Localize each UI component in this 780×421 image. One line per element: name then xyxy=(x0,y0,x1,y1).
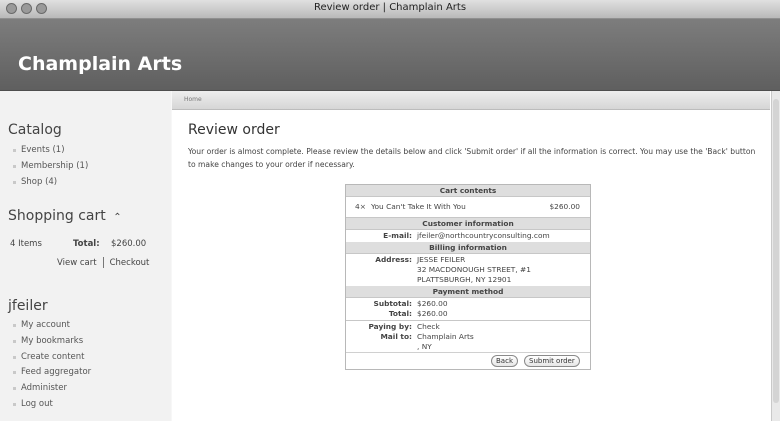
order-actions: Back Submit order xyxy=(346,352,590,369)
cart-line-title: You Can't Take It With You xyxy=(371,202,466,211)
subtotal-label: Subtotal: xyxy=(373,299,413,308)
user-item-log-out[interactable]: Log out xyxy=(12,399,91,410)
site-name[interactable]: Champlain Arts xyxy=(18,53,182,75)
breadcrumb[interactable]: Home xyxy=(184,96,202,103)
shopping-cart-label: Shopping cart xyxy=(8,208,106,224)
mail-to-label: Mail to: xyxy=(380,332,412,341)
address-row-2: 32 MACDONOUGH STREET, #1 xyxy=(346,265,590,275)
email-label: E-mail: xyxy=(383,231,412,240)
submit-order-button[interactable]: Submit order xyxy=(524,355,580,367)
user-item-my-bookmarks[interactable]: My bookmarks xyxy=(12,336,91,347)
payment-details: Paying by: Check Mail to: Champlain Arts… xyxy=(346,320,590,352)
mail-to-line1: Champlain Arts xyxy=(417,332,474,341)
subtotal-row: Subtotal: $260.00 xyxy=(346,299,590,309)
vertical-scrollbar[interactable] xyxy=(771,91,780,421)
customer-info-header: Customer information xyxy=(346,218,590,230)
mail-to-row: Mail to: Champlain Arts xyxy=(346,332,590,342)
catalog-menu: Events (1) Membership (1) Shop (4) xyxy=(12,145,88,192)
checkout-link[interactable]: Checkout xyxy=(110,258,150,268)
mail-to-line2: , NY xyxy=(417,342,432,351)
cart-line-qty: 4× xyxy=(355,202,366,211)
user-item-my-account[interactable]: My account xyxy=(12,320,91,331)
sidebar: Catalog Events (1) Membership (1) Shop (… xyxy=(0,91,171,421)
cart-line-item: 4× You Can't Take It With You $260.00 xyxy=(346,197,590,218)
user-menu: My account My bookmarks Create content F… xyxy=(12,320,91,415)
cart-item-count: 4 Items xyxy=(10,239,42,249)
main-content: Home Review order Your order is almost c… xyxy=(172,91,772,421)
billing-info-header: Billing information xyxy=(346,242,590,254)
user-item-feed-aggregator[interactable]: Feed aggregator xyxy=(12,367,91,378)
cart-line-price: $260.00 xyxy=(549,202,580,211)
address-line1: JESSE FEILER xyxy=(417,255,466,264)
cart-contents-header: Cart contents xyxy=(346,185,590,197)
address-row: Address: JESSE FEILER xyxy=(346,255,590,265)
subtotal-value: $260.00 xyxy=(417,299,448,308)
view-cart-link[interactable]: View cart xyxy=(57,258,97,268)
catalog-item-events[interactable]: Events (1) xyxy=(12,145,88,156)
back-button[interactable]: Back xyxy=(491,355,518,367)
shopping-cart-title[interactable]: Shopping cart ⌃ xyxy=(8,208,122,224)
total-label: Total: xyxy=(388,309,412,318)
window-title: Review order | Champlain Arts xyxy=(313,2,467,13)
page-title: Review order xyxy=(188,122,280,138)
email-row: E-mail: jfeiler@northcountryconsulting.c… xyxy=(346,231,590,241)
tab-strip: Home xyxy=(172,91,770,110)
cart-link-divider xyxy=(102,257,104,268)
site-header: Champlain Arts xyxy=(0,19,780,91)
payment-method-header: Payment method xyxy=(346,286,590,298)
address-label: Address: xyxy=(375,255,412,264)
total-row: Total: $260.00 xyxy=(346,309,590,319)
user-item-create-content[interactable]: Create content xyxy=(12,352,91,363)
catalog-item-shop[interactable]: Shop (4) xyxy=(12,177,88,188)
address-line3: PLATTSBURGH, NY 12901 xyxy=(417,275,512,284)
catalog-title: Catalog xyxy=(8,122,62,138)
scrollbar-thumb[interactable] xyxy=(773,99,779,403)
paying-by-row: Paying by: Check xyxy=(346,322,590,332)
address-row-3: PLATTSBURGH, NY 12901 xyxy=(346,275,590,285)
user-item-administer[interactable]: Administer xyxy=(12,383,91,394)
mail-to-row-2: , NY xyxy=(346,342,590,352)
order-review-table: Cart contents 4× You Can't Take It With … xyxy=(345,184,591,370)
user-menu-title: jfeiler xyxy=(8,298,48,314)
paying-by-label: Paying by: xyxy=(368,322,412,331)
intro-text: Your order is almost complete. Please re… xyxy=(188,147,756,169)
email-value: jfeiler@northcountryconsulting.com xyxy=(417,231,550,240)
cart-links: View cart Checkout xyxy=(57,257,149,268)
browser-window: Review order | Champlain Arts Champlain … xyxy=(0,0,780,421)
cart-total-label: Total: xyxy=(73,239,100,249)
cart-collapse-icon[interactable]: ⌃ xyxy=(113,212,121,223)
total-value: $260.00 xyxy=(417,309,448,318)
paying-by-value: Check xyxy=(417,322,440,331)
address-line2: 32 MACDONOUGH STREET, #1 xyxy=(417,265,531,274)
cart-total-value: $260.00 xyxy=(111,239,147,249)
catalog-item-membership[interactable]: Membership (1) xyxy=(12,161,88,172)
window-titlebar: Review order | Champlain Arts xyxy=(0,0,780,19)
